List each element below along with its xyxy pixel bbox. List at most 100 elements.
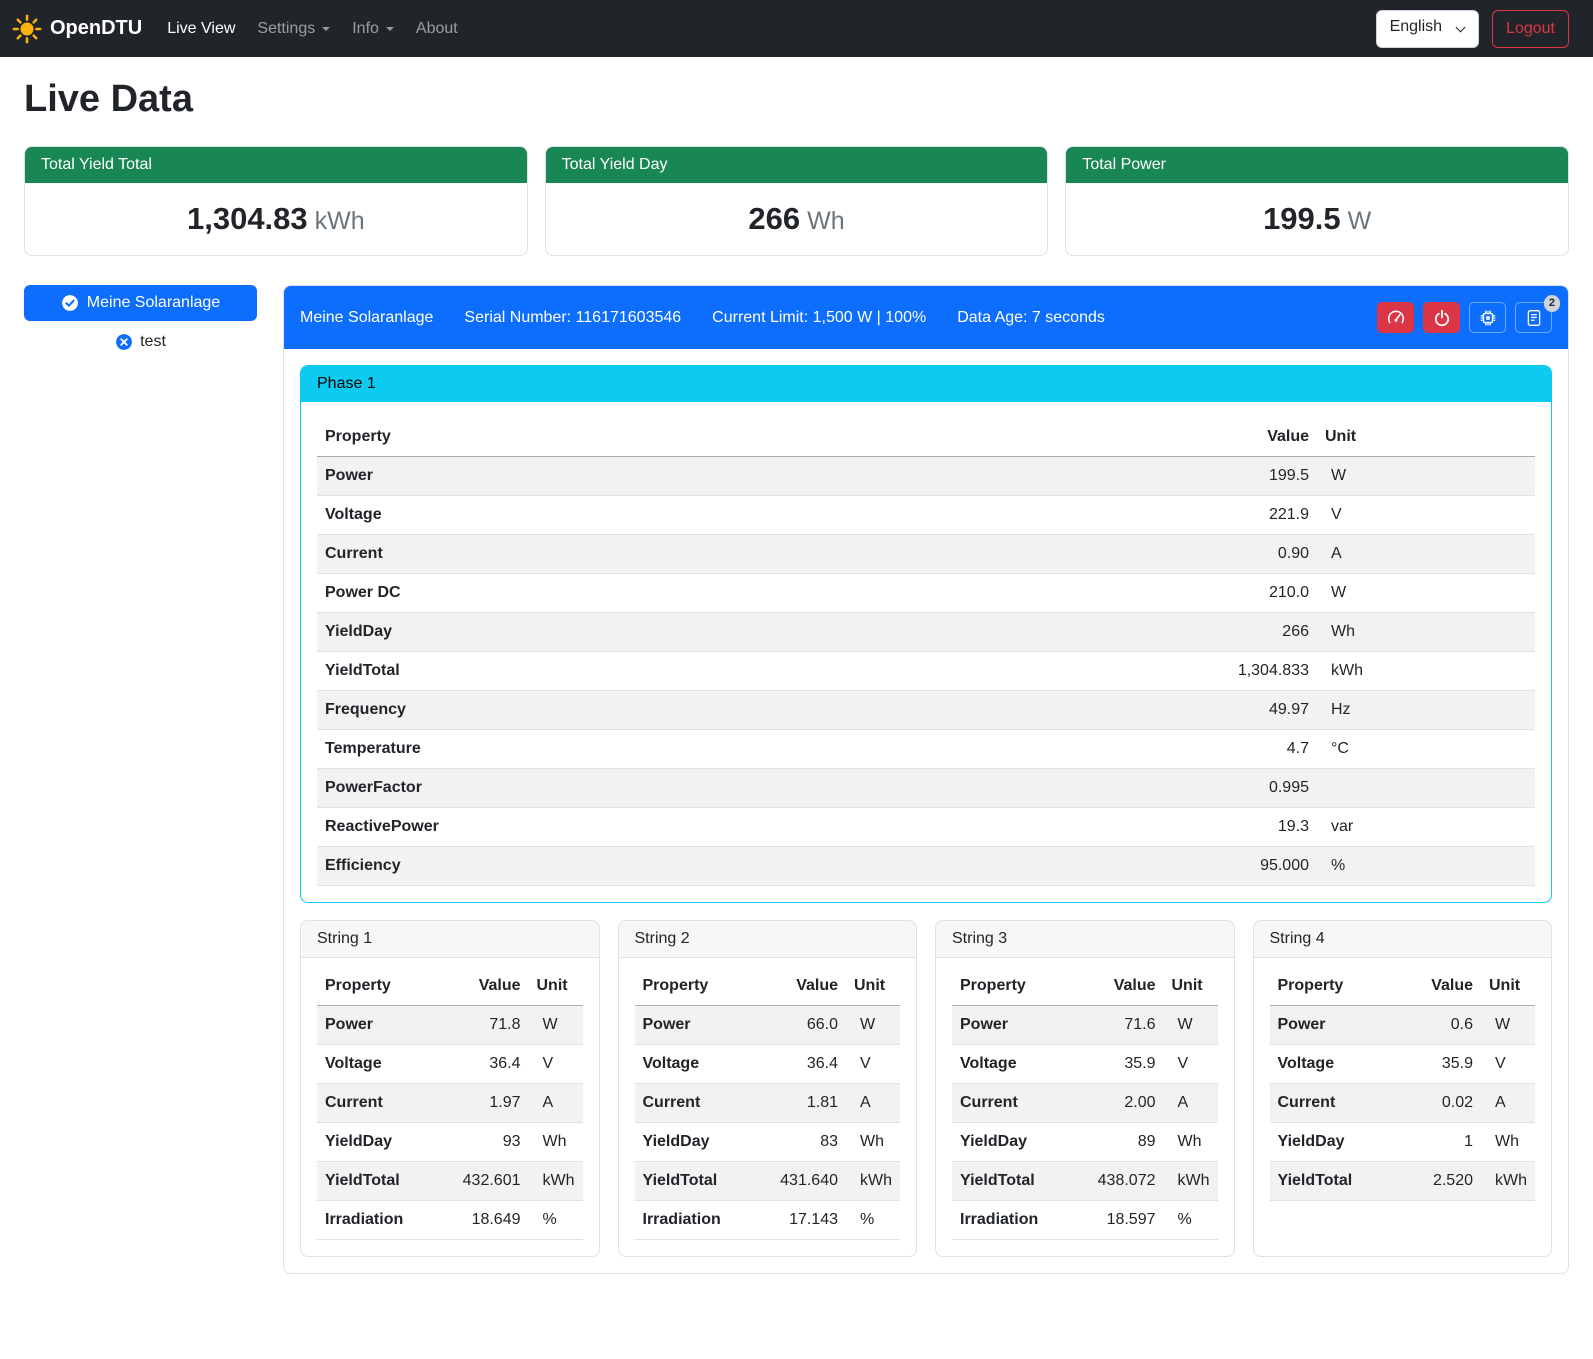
property-cell: Power: [1270, 1006, 1410, 1045]
event-log-button[interactable]: 2: [1515, 302, 1552, 333]
value-cell: 89: [1090, 1123, 1164, 1162]
property-header: Property: [952, 967, 1090, 1006]
page-container: Live Data Total Yield Total 1,304.83kWh …: [0, 78, 1593, 1284]
unit-cell: Wh: [529, 1123, 583, 1162]
unit-header: Unit: [1481, 967, 1535, 1006]
string-card-body: Property Value Unit Power: [936, 958, 1234, 1256]
value-cell: 36.4: [455, 1045, 529, 1084]
nav-settings[interactable]: Settings: [246, 12, 341, 46]
table-row: ReactivePower 19.3 var: [317, 808, 1535, 847]
inverter-select-button-active[interactable]: Meine Solaranlage: [24, 285, 257, 321]
unit-cell: kWh: [846, 1162, 900, 1201]
string-card-title: String 4: [1254, 921, 1552, 958]
property-cell: Power: [635, 1006, 773, 1045]
logout-button[interactable]: Logout: [1492, 10, 1569, 48]
property-cell: Frequency: [317, 691, 1182, 730]
inverter-data-age: Data Age: 7 seconds: [957, 309, 1105, 327]
value-cell: 1: [1409, 1123, 1481, 1162]
phase-table: Property Value Unit Power: [317, 418, 1535, 886]
value-cell: 71.6: [1090, 1006, 1164, 1045]
value-cell: 17.143: [772, 1201, 846, 1240]
phase-card: Phase 1 Property Value Unit: [300, 365, 1552, 903]
value-cell: 221.9: [1182, 496, 1317, 535]
unit-header: Unit: [1164, 967, 1218, 1006]
table-row: YieldDay 266 Wh: [317, 613, 1535, 652]
inverter-card: Meine Solaranlage Serial Number: 1161716…: [283, 285, 1569, 1274]
table-row: Irradiation 17.143 %: [635, 1201, 901, 1240]
table-row: Current 1.81 A: [635, 1084, 901, 1123]
value-cell: 95.000: [1182, 847, 1317, 886]
table-row: Voltage 35.9 V: [1270, 1045, 1536, 1084]
table-row: Current 0.90 A: [317, 535, 1535, 574]
value-cell: 2.520: [1409, 1162, 1481, 1201]
inverter-card-header: Meine Solaranlage Serial Number: 1161716…: [284, 286, 1568, 349]
opendtu-sun-logo-icon: [12, 14, 42, 44]
value-cell: 35.9: [1409, 1045, 1481, 1084]
inverter-serial-number: Serial Number: 116171603546: [464, 309, 681, 327]
nav-about[interactable]: About: [405, 12, 469, 46]
unit-cell: W: [1317, 574, 1535, 613]
cpu-chip-icon: [1479, 309, 1497, 327]
unit-cell: Wh: [846, 1123, 900, 1162]
value-header: Value: [1409, 967, 1481, 1006]
string-card-body: Property Value Unit Power: [1254, 958, 1552, 1256]
inverter-name: Meine Solaranlage: [300, 309, 433, 327]
table-row: YieldDay 83 Wh: [635, 1123, 901, 1162]
property-cell: YieldTotal: [317, 1162, 455, 1201]
property-cell: Voltage: [317, 496, 1182, 535]
table-row: Power 66.0 W: [635, 1006, 901, 1045]
string-table: Property Value Unit Power: [317, 967, 583, 1240]
property-header: Property: [1270, 967, 1410, 1006]
table-header-row: Property Value Unit: [635, 967, 901, 1006]
limit-settings-button[interactable]: [1377, 302, 1414, 333]
string-card-body: Property Value Unit Power: [619, 958, 917, 1256]
unit-cell: V: [1481, 1045, 1535, 1084]
table-header-row: Property Value Unit: [317, 967, 583, 1006]
brand-label: OpenDTU: [50, 17, 142, 40]
device-info-button[interactable]: [1469, 302, 1506, 333]
unit-cell: A: [1481, 1084, 1535, 1123]
unit-cell: Hz: [1317, 691, 1535, 730]
property-cell: PowerFactor: [317, 769, 1182, 808]
string-table-body: Power 71.8 W Voltage 36.4 V: [317, 1006, 583, 1240]
value-cell: 4.7: [1182, 730, 1317, 769]
property-cell: YieldDay: [635, 1123, 773, 1162]
property-cell: Current: [1270, 1084, 1410, 1123]
table-row: Current 1.97 A: [317, 1084, 583, 1123]
inverter-select-label: Meine Solaranlage: [87, 294, 220, 312]
unit-cell: V: [529, 1045, 583, 1084]
property-cell: Irradiation: [952, 1201, 1090, 1240]
unit-cell: kWh: [1317, 652, 1535, 691]
table-row: Power DC 210.0 W: [317, 574, 1535, 613]
unit-cell: °C: [1317, 730, 1535, 769]
power-control-button[interactable]: [1423, 302, 1460, 333]
value-cell: 35.9: [1090, 1045, 1164, 1084]
unit-cell: Wh: [1317, 613, 1535, 652]
unit-cell: A: [1164, 1084, 1218, 1123]
unit-cell: A: [846, 1084, 900, 1123]
string-card-2: String 2 Property Value Unit: [618, 920, 918, 1257]
property-cell: Voltage: [1270, 1045, 1410, 1084]
page-title: Live Data: [24, 78, 1569, 121]
value-cell: 93: [455, 1123, 529, 1162]
table-header-row: Property Value Unit: [952, 967, 1218, 1006]
table-row: Power 71.8 W: [317, 1006, 583, 1045]
string-card-title: String 3: [936, 921, 1234, 958]
language-select[interactable]: English: [1376, 10, 1479, 48]
summary-card-body: 199.5W: [1066, 183, 1568, 255]
unit-cell: A: [1317, 535, 1535, 574]
brand[interactable]: OpenDTU: [12, 14, 142, 44]
value-cell: 431.640: [772, 1162, 846, 1201]
property-cell: YieldDay: [317, 1123, 455, 1162]
summary-card-value: 266: [748, 201, 800, 236]
inverter-select-button-test[interactable]: test: [109, 332, 172, 352]
strings-row: String 1 Property Value Unit: [300, 920, 1552, 1257]
summary-card-title: Total Yield Total: [25, 147, 527, 183]
table-row: PowerFactor 0.995: [317, 769, 1535, 808]
unit-cell: V: [846, 1045, 900, 1084]
nav-info[interactable]: Info: [341, 12, 405, 46]
string-card-4: String 4 Property Value Unit: [1253, 920, 1553, 1257]
value-cell: 19.3: [1182, 808, 1317, 847]
nav-live-view[interactable]: Live View: [156, 12, 246, 46]
speedometer-icon: [1387, 309, 1405, 327]
